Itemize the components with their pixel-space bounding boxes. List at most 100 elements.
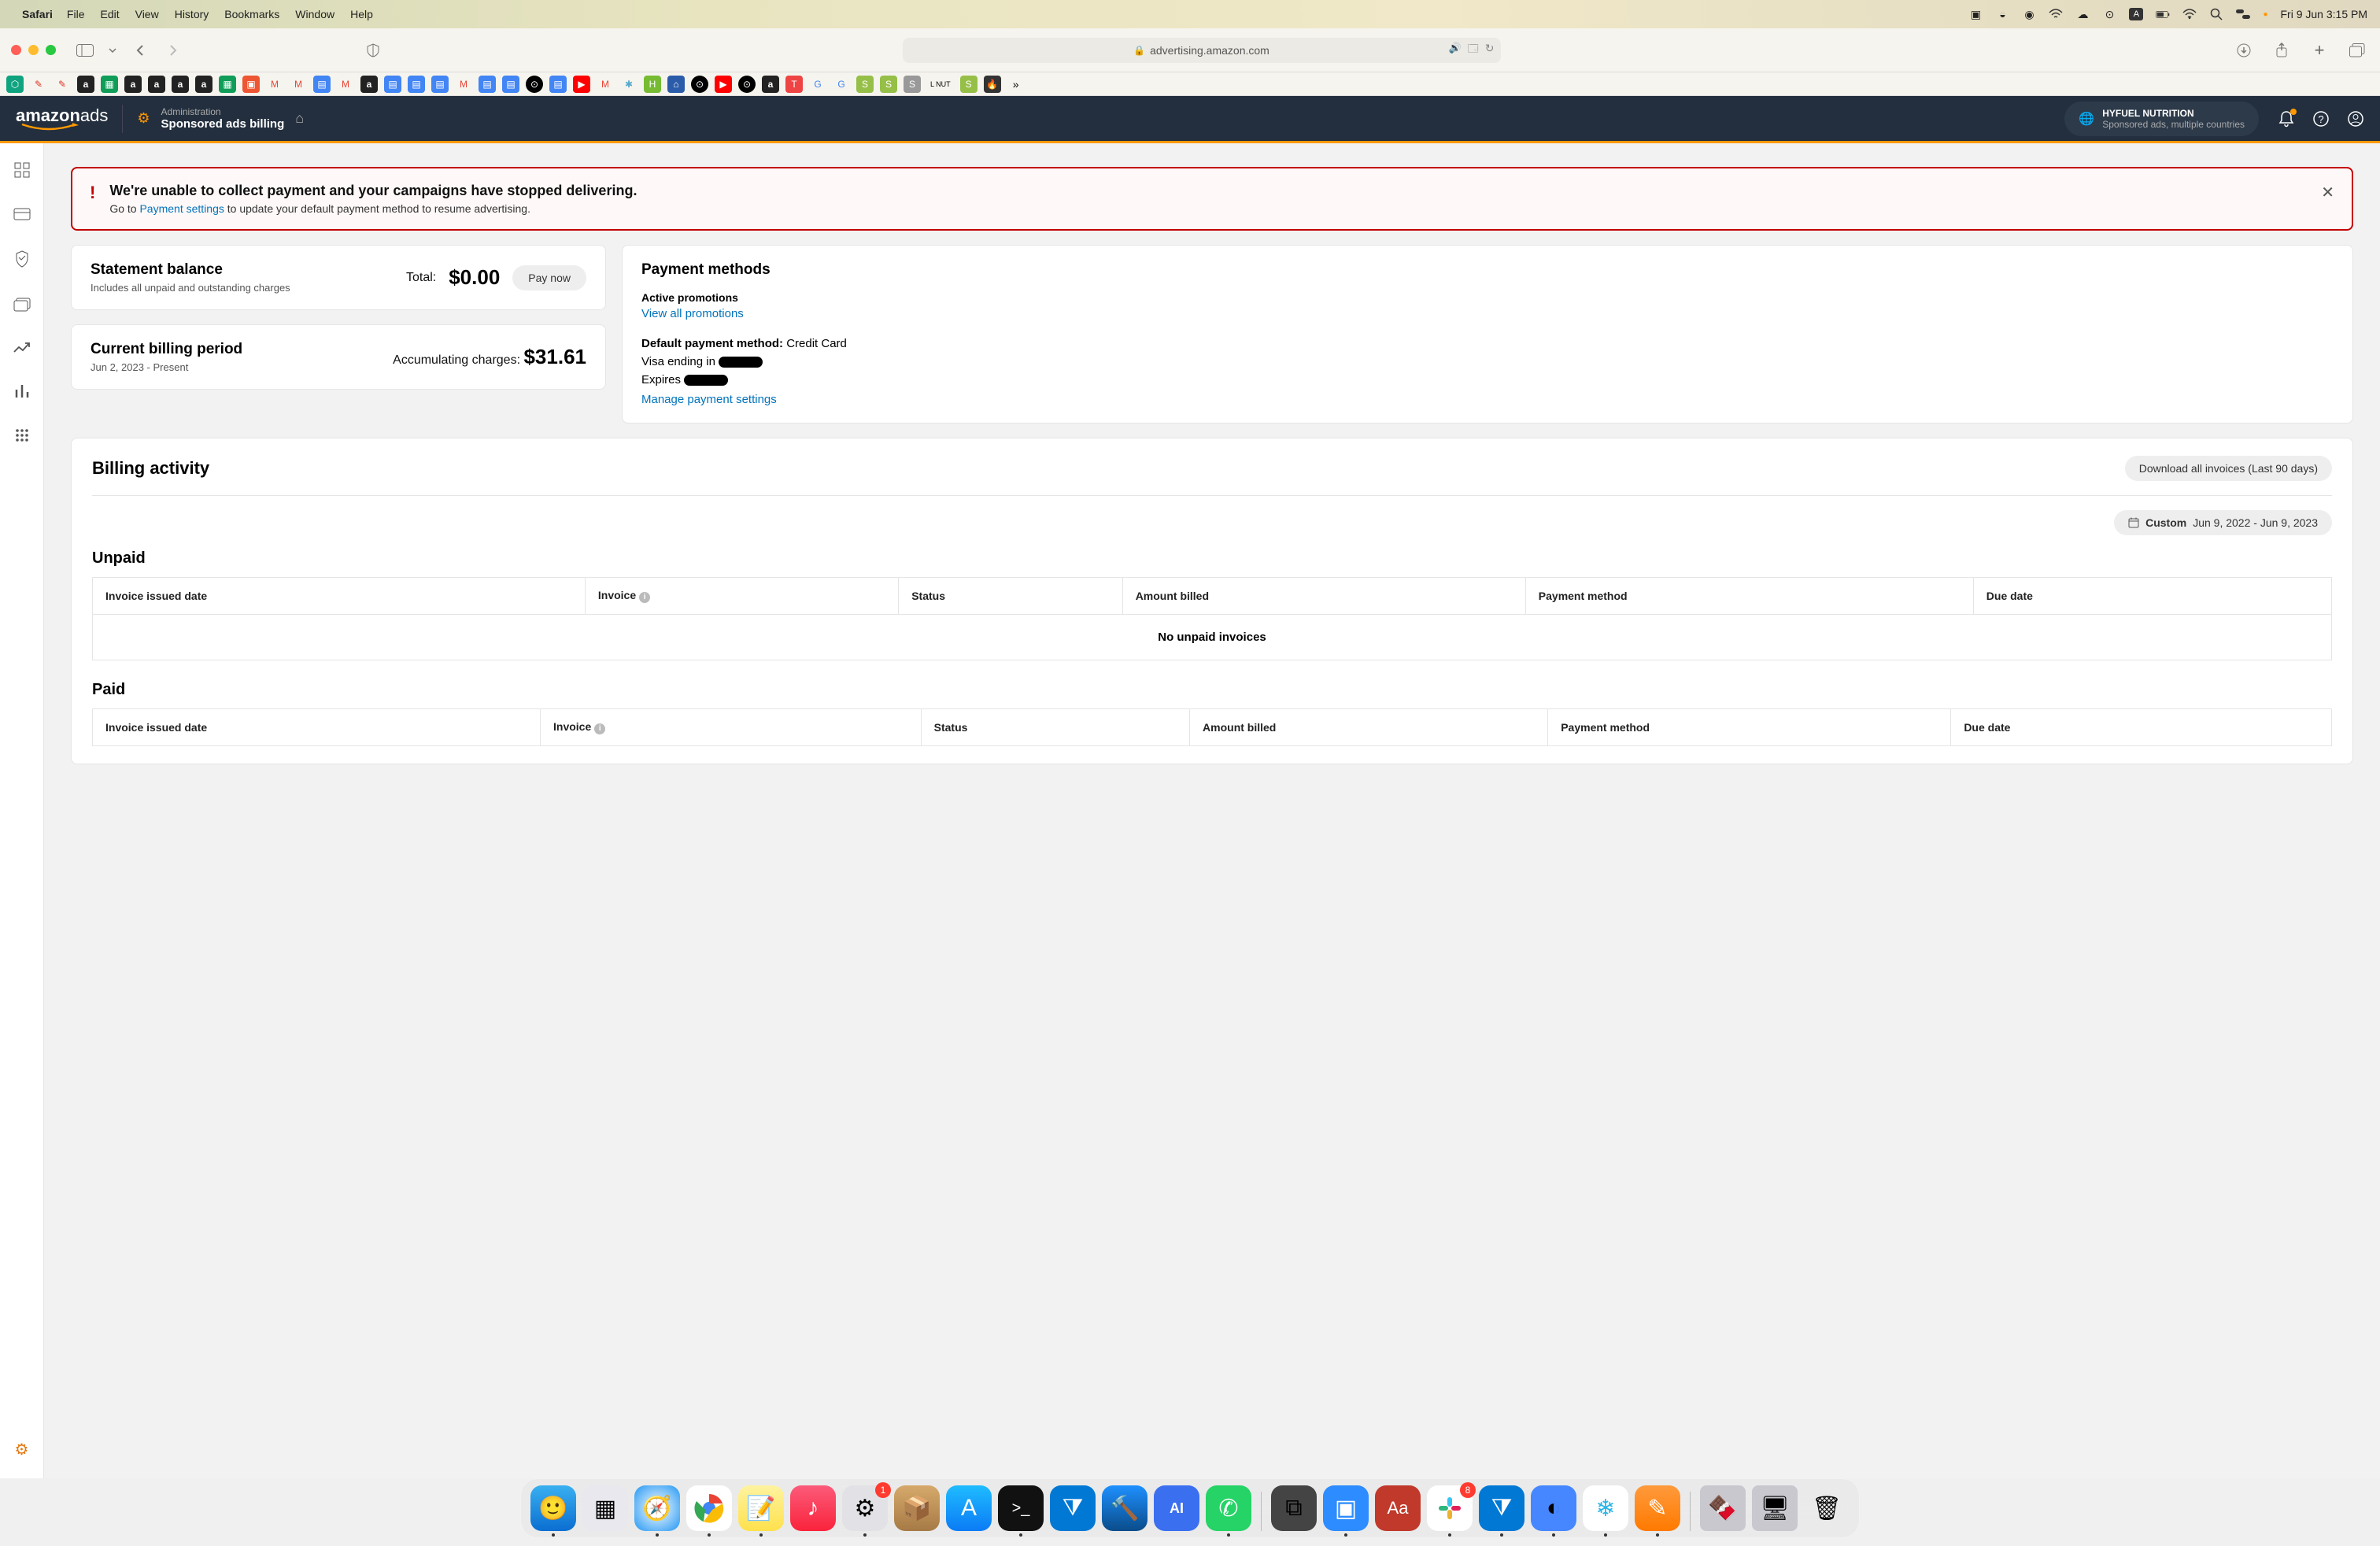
menu-edit[interactable]: Edit	[100, 8, 119, 20]
fav-icon[interactable]: ✱	[620, 76, 638, 93]
maximize-window-button[interactable]	[46, 45, 56, 55]
dock-box[interactable]: 📦	[894, 1485, 940, 1531]
menubar-a-icon[interactable]: A	[2129, 8, 2143, 20]
dock-safari[interactable]: 🧭	[634, 1485, 680, 1531]
dock-launchpad[interactable]: ▦	[582, 1485, 628, 1531]
menubar-control-center-icon[interactable]	[2236, 7, 2250, 21]
downloads-button[interactable]	[2232, 39, 2256, 61]
pay-now-button[interactable]: Pay now	[512, 265, 586, 290]
address-bar[interactable]: 🔒 advertising.amazon.com 🔊 🗔 ↻	[903, 38, 1501, 63]
dock-slack[interactable]: 8	[1427, 1485, 1473, 1531]
fav-icon[interactable]: G	[833, 76, 850, 93]
fav-icon[interactable]: M	[337, 76, 354, 93]
fav-icon[interactable]: G	[809, 76, 826, 93]
fav-icon[interactable]: S	[904, 76, 921, 93]
audio-icon[interactable]: 🔊	[1448, 42, 1461, 59]
fav-icon[interactable]: ⌂	[667, 76, 685, 93]
fav-icon[interactable]: a	[195, 76, 213, 93]
fav-icon[interactable]: ▤	[313, 76, 331, 93]
sidebar-toggle-button[interactable]	[73, 39, 97, 61]
fav-icon[interactable]: ⬡	[6, 76, 24, 93]
chart-icon[interactable]	[14, 384, 30, 398]
menu-help[interactable]: Help	[350, 8, 373, 20]
dock-appstore[interactable]: A	[946, 1485, 992, 1531]
fav-icon[interactable]: M	[290, 76, 307, 93]
fav-icon[interactable]: a	[360, 76, 378, 93]
menubar-wifi2-icon[interactable]	[2182, 7, 2197, 21]
info-icon[interactable]: i	[639, 592, 650, 603]
view-all-promotions-link[interactable]: View all promotions	[641, 307, 744, 320]
fav-icon[interactable]: S	[960, 76, 978, 93]
dock-whatsapp[interactable]: ✆	[1206, 1485, 1251, 1531]
user-icon[interactable]	[2347, 110, 2364, 128]
menu-view[interactable]: View	[135, 8, 159, 20]
dock-snowflake[interactable]: ❄	[1583, 1485, 1628, 1531]
menubar-search-icon[interactable]	[2209, 7, 2223, 21]
dock-ai[interactable]: AI	[1154, 1485, 1199, 1531]
fav-icon[interactable]: ▦	[219, 76, 236, 93]
menubar-app-icon[interactable]: ◒	[1995, 7, 2009, 21]
trend-icon[interactable]	[13, 342, 31, 354]
forward-button[interactable]	[161, 39, 185, 61]
dock-xcode[interactable]: 🔨	[1102, 1485, 1148, 1531]
fav-icon[interactable]: ▤	[549, 76, 567, 93]
menubar-datetime[interactable]: Fri 9 Jun 3:15 PM	[2281, 8, 2368, 20]
back-button[interactable]	[128, 39, 152, 61]
privacy-shield-icon[interactable]	[361, 39, 385, 61]
dock-music[interactable]: ♪	[790, 1485, 836, 1531]
gear-icon[interactable]: ⚙	[137, 110, 150, 127]
menubar-play-icon[interactable]: ⊙	[2102, 7, 2116, 21]
fav-icon[interactable]: 🔥	[984, 76, 1001, 93]
fav-icon[interactable]: ▤	[431, 76, 449, 93]
menubar-cloud-icon[interactable]: ☁	[2075, 7, 2090, 21]
date-range-button[interactable]: Custom Jun 9, 2022 - Jun 9, 2023	[2114, 510, 2332, 535]
col-invoice[interactable]: Invoicei	[541, 709, 922, 746]
download-invoices-button[interactable]: Download all invoices (Last 90 days)	[2125, 456, 2332, 481]
fav-icon[interactable]: ▤	[408, 76, 425, 93]
info-icon[interactable]: i	[594, 723, 605, 734]
share-button[interactable]	[2270, 39, 2293, 61]
notifications-icon[interactable]	[2278, 110, 2295, 128]
col-amount[interactable]: Amount billed	[1122, 578, 1525, 615]
fav-icon[interactable]: S	[880, 76, 897, 93]
dock-zoom[interactable]: ▣	[1323, 1485, 1369, 1531]
fav-icon[interactable]: T	[785, 76, 803, 93]
fav-icon[interactable]: ▤	[479, 76, 496, 93]
dock-vscode2[interactable]: ⧩	[1479, 1485, 1524, 1531]
minimize-window-button[interactable]	[28, 45, 39, 55]
dock-notes[interactable]: 📝	[738, 1485, 784, 1531]
fav-icon[interactable]: ▣	[242, 76, 260, 93]
tabs-button[interactable]	[2345, 39, 2369, 61]
fav-overflow[interactable]: »	[1007, 76, 1025, 93]
fav-icon[interactable]: ▦	[101, 76, 118, 93]
col-due[interactable]: Due date	[1973, 578, 2331, 615]
apps-icon[interactable]	[15, 428, 29, 442]
menu-history[interactable]: History	[175, 8, 209, 20]
help-icon[interactable]: ?	[2312, 110, 2330, 128]
col-invoice[interactable]: Invoicei	[585, 578, 898, 615]
col-status[interactable]: Status	[921, 709, 1189, 746]
dashboard-icon[interactable]	[14, 162, 30, 178]
fav-icon[interactable]: ▶	[573, 76, 590, 93]
dock-finder[interactable]: 🙂	[530, 1485, 576, 1531]
fav-icon[interactable]: a	[148, 76, 165, 93]
settings-icon[interactable]: ⚙	[15, 1440, 29, 1459]
close-window-button[interactable]	[11, 45, 21, 55]
billing-icon[interactable]	[13, 208, 31, 220]
dock-trash[interactable]: 🗑	[1804, 1485, 1850, 1531]
col-issued[interactable]: Invoice issued date	[93, 578, 586, 615]
fav-icon[interactable]: a	[124, 76, 142, 93]
fav-icon[interactable]: M	[455, 76, 472, 93]
reload-icon[interactable]: ↻	[1485, 42, 1495, 59]
dock-chrome[interactable]	[686, 1485, 732, 1531]
fav-icon[interactable]: M	[597, 76, 614, 93]
fav-icon[interactable]: ✎	[30, 76, 47, 93]
dock-folder1[interactable]: 🍫	[1700, 1485, 1746, 1531]
account-switcher[interactable]: 🌐 HYFUEL NUTRITION Sponsored ads, multip…	[2064, 102, 2259, 136]
fav-icon[interactable]: a	[762, 76, 779, 93]
menubar-app-name[interactable]: Safari	[22, 8, 53, 20]
fav-icon[interactable]: ⊙	[526, 76, 543, 93]
menu-bookmarks[interactable]: Bookmarks	[224, 8, 279, 20]
assets-icon[interactable]	[13, 298, 31, 312]
fav-icon[interactable]: M	[266, 76, 283, 93]
